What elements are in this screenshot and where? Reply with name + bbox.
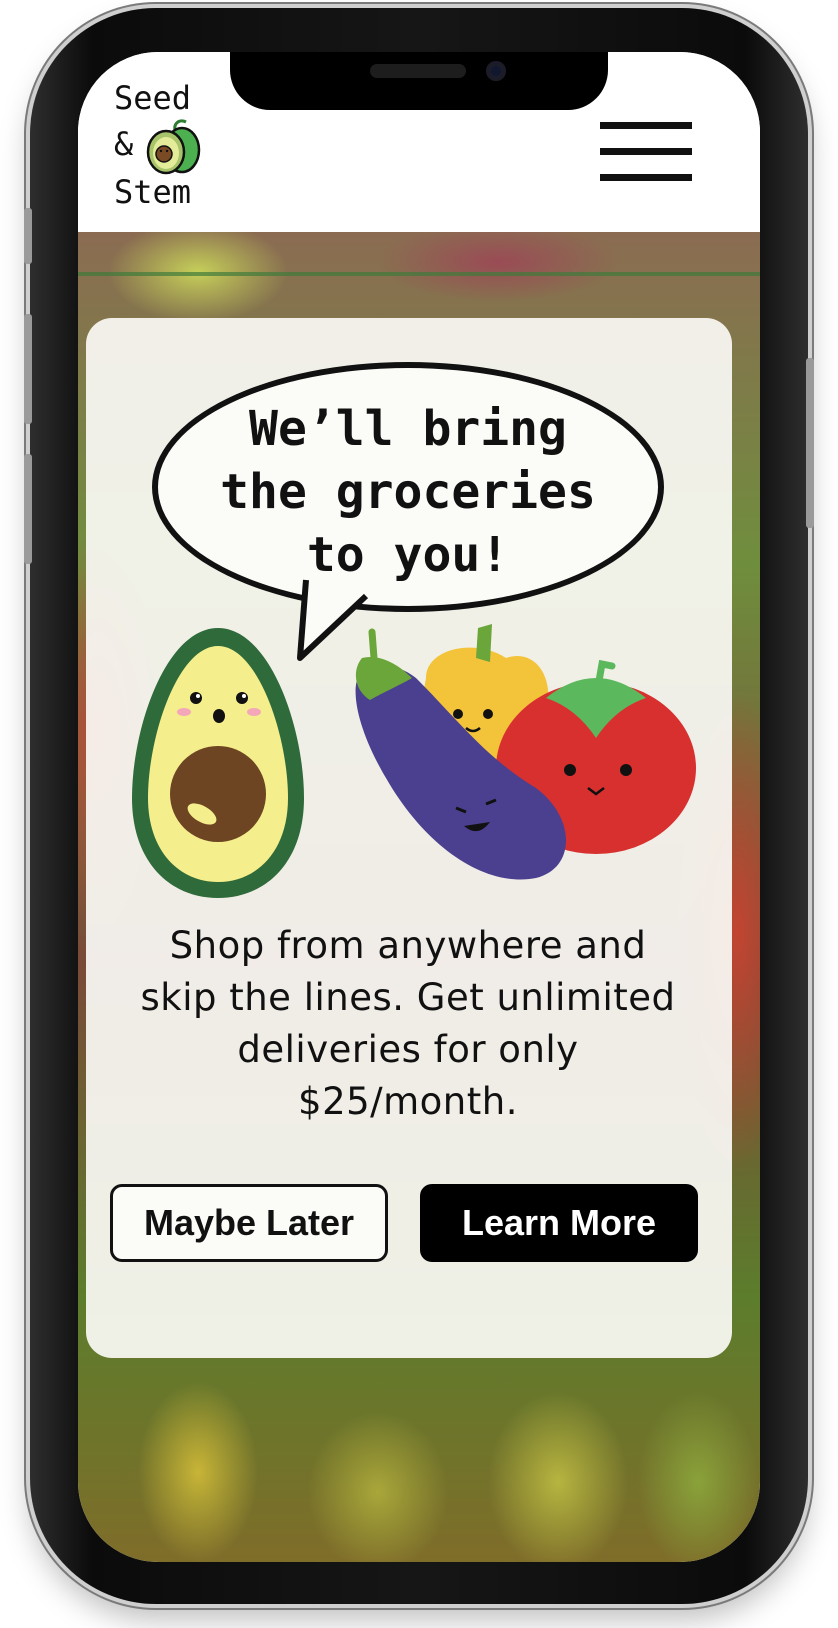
phone-frame: Seed & Stem We’ll bring the groceries to…: [24, 8, 814, 1604]
shelf-rail: [78, 232, 760, 276]
volume-up-button: [24, 314, 32, 424]
tagline-line-1: Shop from anywhere and: [169, 924, 647, 967]
tagline-line-2: skip the lines. Get unlimited: [140, 976, 676, 1019]
avocado-icon: [132, 628, 304, 898]
headline-line-1: We’ll bring: [249, 401, 567, 457]
learn-more-button[interactable]: Learn More: [420, 1184, 698, 1262]
maybe-later-button[interactable]: Maybe Later: [110, 1184, 388, 1262]
notch: [230, 52, 608, 110]
vegetable-illustration: [132, 624, 696, 898]
brand-name-line2: &: [114, 125, 134, 163]
phone-screen: Seed & Stem We’ll bring the groceries to…: [78, 52, 760, 1562]
speaker-grille: [370, 64, 466, 78]
mute-switch: [24, 208, 32, 264]
hero-tagline: Shop from anywhere and skip the lines. G…: [106, 920, 710, 1128]
volume-down-button: [24, 454, 32, 564]
brand-name-line3: Stem: [114, 173, 192, 211]
speech-bubble: We’ll bring the groceries to you!: [152, 362, 664, 612]
brand-logo[interactable]: Seed & Stem: [114, 82, 224, 212]
hamburger-menu-icon[interactable]: [600, 122, 692, 182]
avocado-icon: [146, 119, 201, 175]
tagline-line-3: deliveries for only: [237, 1028, 579, 1071]
brand-name-line1: Seed: [114, 79, 192, 117]
promo-card: We’ll bring the groceries to you! Shop f…: [86, 318, 732, 1358]
hero-headline: We’ll bring the groceries to you!: [158, 398, 658, 587]
headline-line-3: to you!: [306, 527, 510, 583]
headline-line-2: the groceries: [220, 464, 596, 520]
speech-bubble-tail: [297, 578, 369, 661]
front-camera-icon: [486, 61, 506, 81]
power-button: [806, 358, 814, 528]
tagline-line-4: $25/month.: [298, 1080, 518, 1123]
